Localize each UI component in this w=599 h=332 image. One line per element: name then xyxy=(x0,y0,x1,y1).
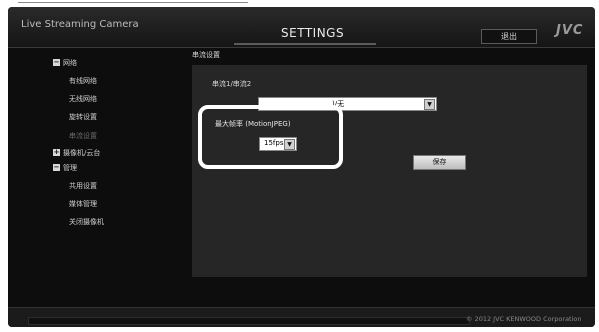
top-border-line xyxy=(18,2,248,3)
sidebar-item-media-management[interactable]: 媒体管理 xyxy=(69,199,97,209)
sidebar-group-network[interactable]: 网络 xyxy=(63,58,77,68)
copyright-text: © 2012 JVC KENWOOD Corporation xyxy=(466,315,582,323)
chevron-down-icon[interactable]: ▼ xyxy=(424,99,435,110)
sidebar-item-common-settings[interactable]: 共用设置 xyxy=(69,181,97,191)
expand-icon[interactable]: + xyxy=(53,149,60,156)
save-button[interactable]: 保存 xyxy=(413,155,466,170)
sidebar-item-wired-network[interactable]: 有线网络 xyxy=(69,76,97,86)
sidebar-item-shutdown-camera[interactable]: 关闭摄像机 xyxy=(69,217,104,227)
page-title: SETTINGS xyxy=(281,26,345,40)
sidebar-group-camera-ptz[interactable]: 摄像机/云台 xyxy=(63,148,100,158)
sidebar-item-streaming-settings[interactable]: 串流设置 xyxy=(69,131,97,141)
sidebar-group-management[interactable]: 管理 xyxy=(63,163,77,173)
footer-bar: © 2012 JVC KENWOOD Corporation xyxy=(8,307,595,327)
highlight-callout xyxy=(198,105,343,169)
footer-status-strip xyxy=(28,317,470,325)
stream-tabs-label[interactable]: 串流1/串流2 xyxy=(212,79,251,89)
settings-sidebar: − 网络 有线网络 无线网络 旋转设置 串流设置 + 摄像机/云台 − 管理 共… xyxy=(8,47,188,307)
page-top-border xyxy=(0,0,599,5)
app-title: Live Streaming Camera xyxy=(21,19,139,30)
logout-button[interactable]: 退出 xyxy=(481,29,537,44)
section-title: 串流设置 xyxy=(192,51,220,59)
collapse-icon[interactable]: − xyxy=(53,164,60,171)
collapse-icon[interactable]: − xyxy=(53,59,60,66)
camera-settings-window: Live Streaming Camera SETTINGS 退出 JVC − … xyxy=(8,7,595,327)
sidebar-item-wireless-network[interactable]: 无线网络 xyxy=(69,94,97,104)
title-underline xyxy=(234,43,376,45)
header-bar: Live Streaming Camera SETTINGS 退出 JVC xyxy=(8,7,595,48)
jvc-logo: JVC xyxy=(556,23,584,38)
sidebar-item-rotation-settings[interactable]: 旋转设置 xyxy=(69,112,97,122)
